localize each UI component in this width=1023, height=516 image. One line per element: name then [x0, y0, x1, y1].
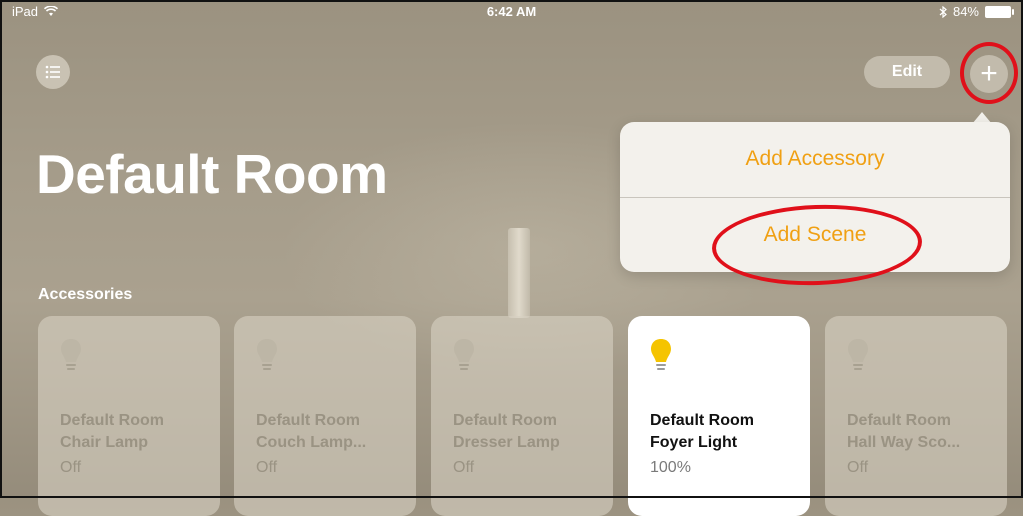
accessory-room-label: Default Room [453, 412, 557, 429]
lightbulb-icon [257, 339, 277, 370]
accessory-state-label: Off [256, 459, 278, 476]
list-icon [45, 65, 60, 79]
accessory-name-label: Couch Lamp... [256, 434, 367, 451]
status-right: 84% [939, 4, 1014, 19]
bluetooth-icon [939, 5, 947, 18]
lightbulb-icon [651, 339, 671, 370]
page-title: Default Room [36, 143, 388, 205]
accessory-tile-couch-lamp[interactable]: Default Room Couch Lamp... Off [234, 316, 416, 516]
battery-icon [985, 5, 1014, 18]
accessory-name-label: Hall Way Sco... [847, 434, 961, 451]
accessory-tile-chair-lamp[interactable]: Default Room Chair Lamp Off [38, 316, 220, 516]
annotation-circle-add [960, 42, 1018, 104]
accessory-state-label: Off [453, 459, 475, 476]
accessory-tile-dresser-lamp[interactable]: Default Room Dresser Lamp Off [431, 316, 613, 516]
battery-percent: 84% [952, 4, 979, 19]
background-lamp-image [508, 228, 530, 318]
accessory-state-label: Off [60, 459, 82, 476]
clock: 6:42 AM [486, 4, 537, 19]
accessory-room-label: Default Room [847, 412, 951, 429]
accessory-state-label: 100% [650, 459, 691, 476]
accessory-room-label: Default Room [256, 412, 360, 429]
lightbulb-icon [848, 339, 868, 370]
accessory-name-label: Dresser Lamp [453, 434, 560, 451]
status-bar: iPad 6:42 AM 84% [0, 0, 1023, 24]
accessory-state-label: Off [847, 459, 869, 476]
accessory-room-label: Default Room [60, 412, 164, 429]
accessory-name-label: Chair Lamp [60, 434, 149, 451]
edit-button[interactable]: Edit [864, 56, 950, 88]
section-label-accessories: Accessories [38, 286, 133, 303]
lightbulb-icon [61, 339, 81, 370]
lightbulb-icon [454, 339, 474, 370]
accessory-name-label: Foyer Light [650, 434, 738, 451]
accessory-room-label: Default Room [650, 412, 754, 429]
accessory-tile-hall-way-sconce[interactable]: Default Room Hall Way Sco... Off [825, 316, 1007, 516]
accessory-tile-foyer-light[interactable]: Default Room Foyer Light 100% [628, 316, 810, 516]
rooms-list-button[interactable] [36, 55, 70, 89]
add-accessory-menu-item[interactable]: Add Accessory [620, 122, 1010, 196]
